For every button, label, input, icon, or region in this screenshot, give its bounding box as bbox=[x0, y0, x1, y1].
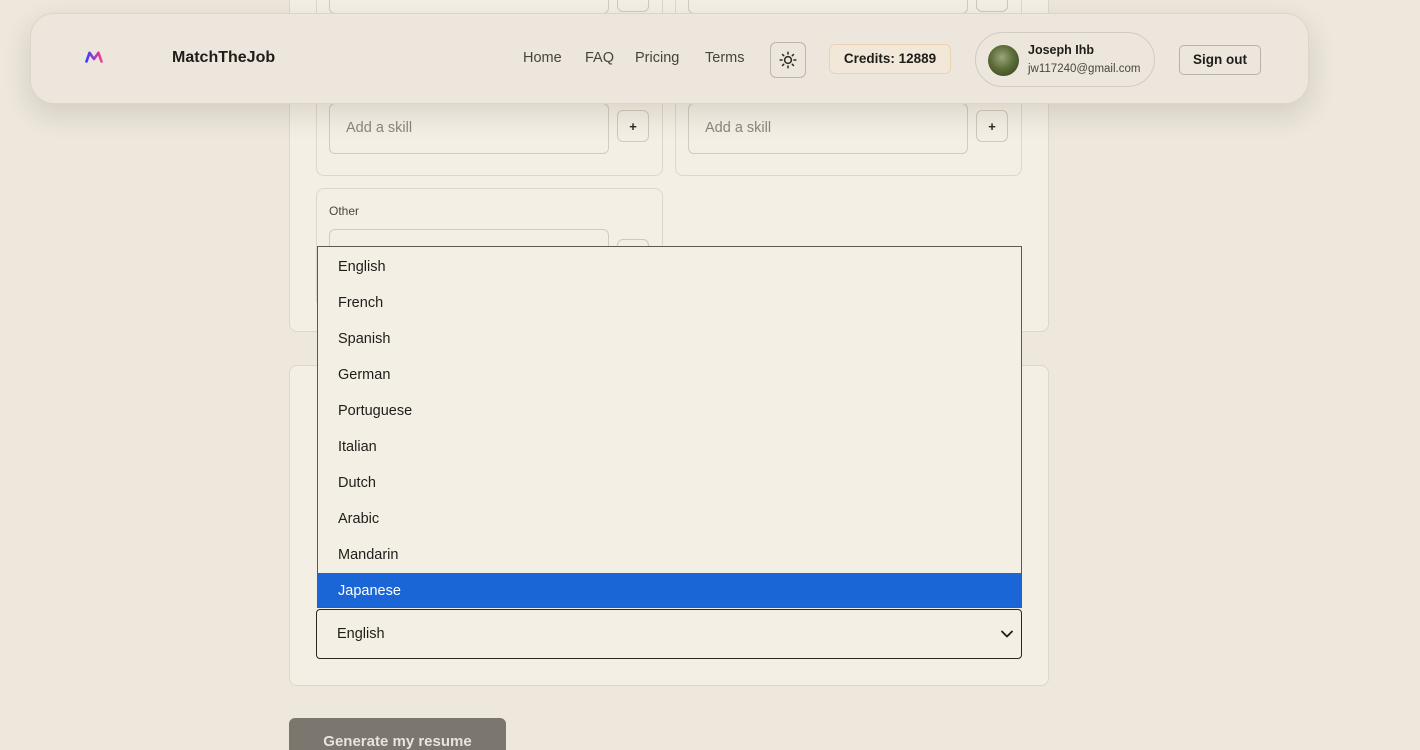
add-skill-button[interactable]: + bbox=[617, 110, 649, 142]
sun-icon bbox=[779, 51, 797, 69]
add-skill-button[interactable]: + bbox=[617, 0, 649, 12]
m-logo-icon[interactable] bbox=[85, 51, 103, 63]
avatar bbox=[988, 45, 1019, 76]
language-option[interactable]: Spanish bbox=[318, 321, 1021, 357]
generate-resume-button[interactable]: Generate my resume bbox=[289, 718, 506, 750]
nav-terms[interactable]: Terms bbox=[705, 50, 744, 66]
page: Add a skill + Add a skill + Add a skill … bbox=[0, 0, 1420, 750]
language-dropdown-list: English French Spanish German Portuguese… bbox=[317, 246, 1022, 608]
user-email: jw117240@gmail.com bbox=[1028, 63, 1141, 75]
brand-name[interactable]: MatchTheJob bbox=[172, 49, 275, 67]
user-profile-chip[interactable]: Joseph Ihb jw117240@gmail.com bbox=[975, 32, 1155, 87]
nav-home[interactable]: Home bbox=[523, 50, 562, 66]
other-category-label: Other bbox=[329, 204, 360, 218]
add-skill-button[interactable]: + bbox=[976, 0, 1008, 12]
top-navbar: MatchTheJob Home FAQ Pricing Terms Credi… bbox=[30, 13, 1309, 104]
language-select-value: English bbox=[337, 626, 385, 642]
sign-out-button[interactable]: Sign out bbox=[1179, 45, 1261, 75]
chevron-down-icon bbox=[1001, 630, 1013, 638]
language-option-highlighted[interactable]: Japanese bbox=[318, 573, 1021, 607]
skill-input[interactable]: Add a skill bbox=[329, 0, 609, 14]
language-option[interactable]: French bbox=[318, 285, 1021, 321]
language-option[interactable]: Italian bbox=[318, 429, 1021, 465]
theme-toggle-button[interactable] bbox=[770, 42, 806, 78]
language-option[interactable]: Portuguese bbox=[318, 393, 1021, 429]
language-option[interactable]: Mandarin bbox=[318, 537, 1021, 573]
skill-input[interactable]: Add a skill bbox=[329, 103, 609, 154]
nav-pricing[interactable]: Pricing bbox=[635, 50, 679, 66]
skill-input[interactable]: Add a skill bbox=[688, 103, 968, 154]
skill-input[interactable]: Add a skill bbox=[688, 0, 968, 14]
language-option[interactable]: German bbox=[318, 357, 1021, 393]
add-skill-button[interactable]: + bbox=[976, 110, 1008, 142]
user-name: Joseph Ihb bbox=[1028, 43, 1094, 57]
language-option[interactable]: Arabic bbox=[318, 501, 1021, 537]
nav-faq[interactable]: FAQ bbox=[585, 50, 614, 66]
language-option[interactable]: Dutch bbox=[318, 465, 1021, 501]
language-select[interactable]: English bbox=[316, 609, 1022, 659]
language-option[interactable]: English bbox=[318, 249, 1021, 285]
credits-badge[interactable]: Credits: 12889 bbox=[829, 44, 951, 74]
